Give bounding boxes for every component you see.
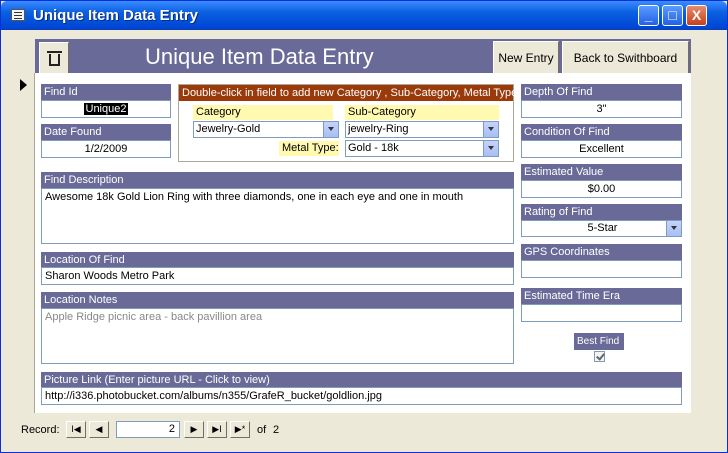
- metal-type-value: Gold - 18k: [348, 142, 399, 154]
- estimated-time-era-label: Estimated Time Era: [521, 288, 682, 305]
- subcategory-label: Sub-Category: [345, 105, 499, 120]
- metal-type-label: Metal Type:: [279, 141, 339, 156]
- category-group: Double-click in field to add new Categor…: [178, 84, 517, 162]
- last-record-button[interactable]: ▶I: [207, 421, 227, 438]
- estimated-value-label: Estimated Value: [521, 164, 682, 181]
- current-record-arrow-icon: [20, 79, 27, 91]
- date-found-label: Date Found: [41, 124, 171, 141]
- category-label: Category: [193, 105, 333, 120]
- find-id-field[interactable]: Unique2: [41, 100, 171, 118]
- first-record-button[interactable]: I◀: [66, 421, 86, 438]
- total-records: 2: [273, 424, 280, 436]
- new-record-button[interactable]: ▶*: [230, 421, 250, 438]
- chevron-down-icon[interactable]: [483, 122, 498, 137]
- location-of-find-field[interactable]: Sharon Woods Metro Park: [41, 267, 514, 285]
- depth-of-find-label: Depth Of Find: [521, 84, 682, 101]
- form-title: Unique Item Data Entry: [145, 44, 374, 69]
- location-notes-label: Location Notes: [41, 292, 514, 309]
- gps-coordinates-label: GPS Coordinates: [521, 244, 682, 261]
- current-record-field[interactable]: 2: [116, 421, 180, 438]
- picture-link-field[interactable]: http://i336.photobucket.com/albums/n355/…: [41, 387, 682, 405]
- subcategory-value: jewelry-Ring: [348, 123, 409, 135]
- next-record-button[interactable]: ▶: [184, 421, 204, 438]
- estimated-value-field[interactable]: $0.00: [521, 180, 682, 198]
- gps-coordinates-field[interactable]: [521, 260, 682, 278]
- rating-of-find-label: Rating of Find: [521, 204, 682, 221]
- window-title: Unique Item Data Entry: [33, 7, 199, 24]
- rating-of-find-value: 5-Star: [587, 222, 618, 234]
- of-label: of: [257, 424, 267, 436]
- title-bar[interactable]: Unique Item Data Entry _ □ X: [1, 1, 727, 30]
- previous-record-button[interactable]: ◀: [89, 421, 109, 438]
- condition-of-find-label: Condition Of Find: [521, 124, 682, 141]
- find-id-value: Unique2: [83, 103, 129, 115]
- location-notes-field[interactable]: Apple Ridge picnic area - back pavillion…: [41, 308, 514, 364]
- chevron-down-icon[interactable]: [323, 122, 338, 137]
- rating-of-find-combo[interactable]: 5-Star: [521, 220, 682, 237]
- record-label: Record:: [21, 424, 60, 436]
- close-button[interactable]: X: [686, 5, 707, 26]
- best-find-label: Best Find: [574, 333, 624, 350]
- find-id-label: Find Id: [41, 84, 171, 101]
- trash-icon: [47, 51, 62, 53]
- chevron-down-icon[interactable]: [483, 141, 498, 156]
- depth-of-find-field[interactable]: 3": [521, 100, 682, 118]
- subcategory-combo[interactable]: jewelry-Ring: [345, 121, 499, 138]
- condition-of-find-field[interactable]: Excellent: [521, 140, 682, 158]
- back-to-switchboard-button[interactable]: Back to Swithboard: [562, 41, 689, 76]
- access-form-window: Unique Item Data Entry _ □ X Unique Item…: [0, 0, 728, 453]
- minimize-button[interactable]: _: [638, 5, 659, 26]
- new-entry-button[interactable]: New Entry: [493, 41, 559, 76]
- category-value: Jewelry-Gold: [196, 123, 261, 135]
- date-found-field[interactable]: 1/2/2009: [41, 140, 171, 158]
- best-find-checkbox[interactable]: [594, 351, 605, 362]
- maximize-button[interactable]: □: [662, 5, 683, 26]
- find-description-field[interactable]: Awesome 18k Gold Lion Ring with three di…: [41, 188, 514, 244]
- chevron-down-icon[interactable]: [666, 221, 681, 236]
- delete-record-button[interactable]: [39, 42, 69, 74]
- category-combo[interactable]: Jewelry-Gold: [193, 121, 339, 138]
- find-description-label: Find Description: [41, 172, 514, 189]
- record-selector[interactable]: [13, 73, 35, 413]
- trash-icon-body: [49, 54, 60, 66]
- category-instructions: Double-click in field to add new Categor…: [179, 85, 517, 101]
- estimated-time-era-field[interactable]: [521, 304, 682, 322]
- metal-type-combo[interactable]: Gold - 18k: [345, 140, 499, 157]
- form-icon: [11, 9, 25, 21]
- record-navigation: Record: I◀ ◀ 2 ▶ ▶I ▶* of 2: [15, 419, 315, 441]
